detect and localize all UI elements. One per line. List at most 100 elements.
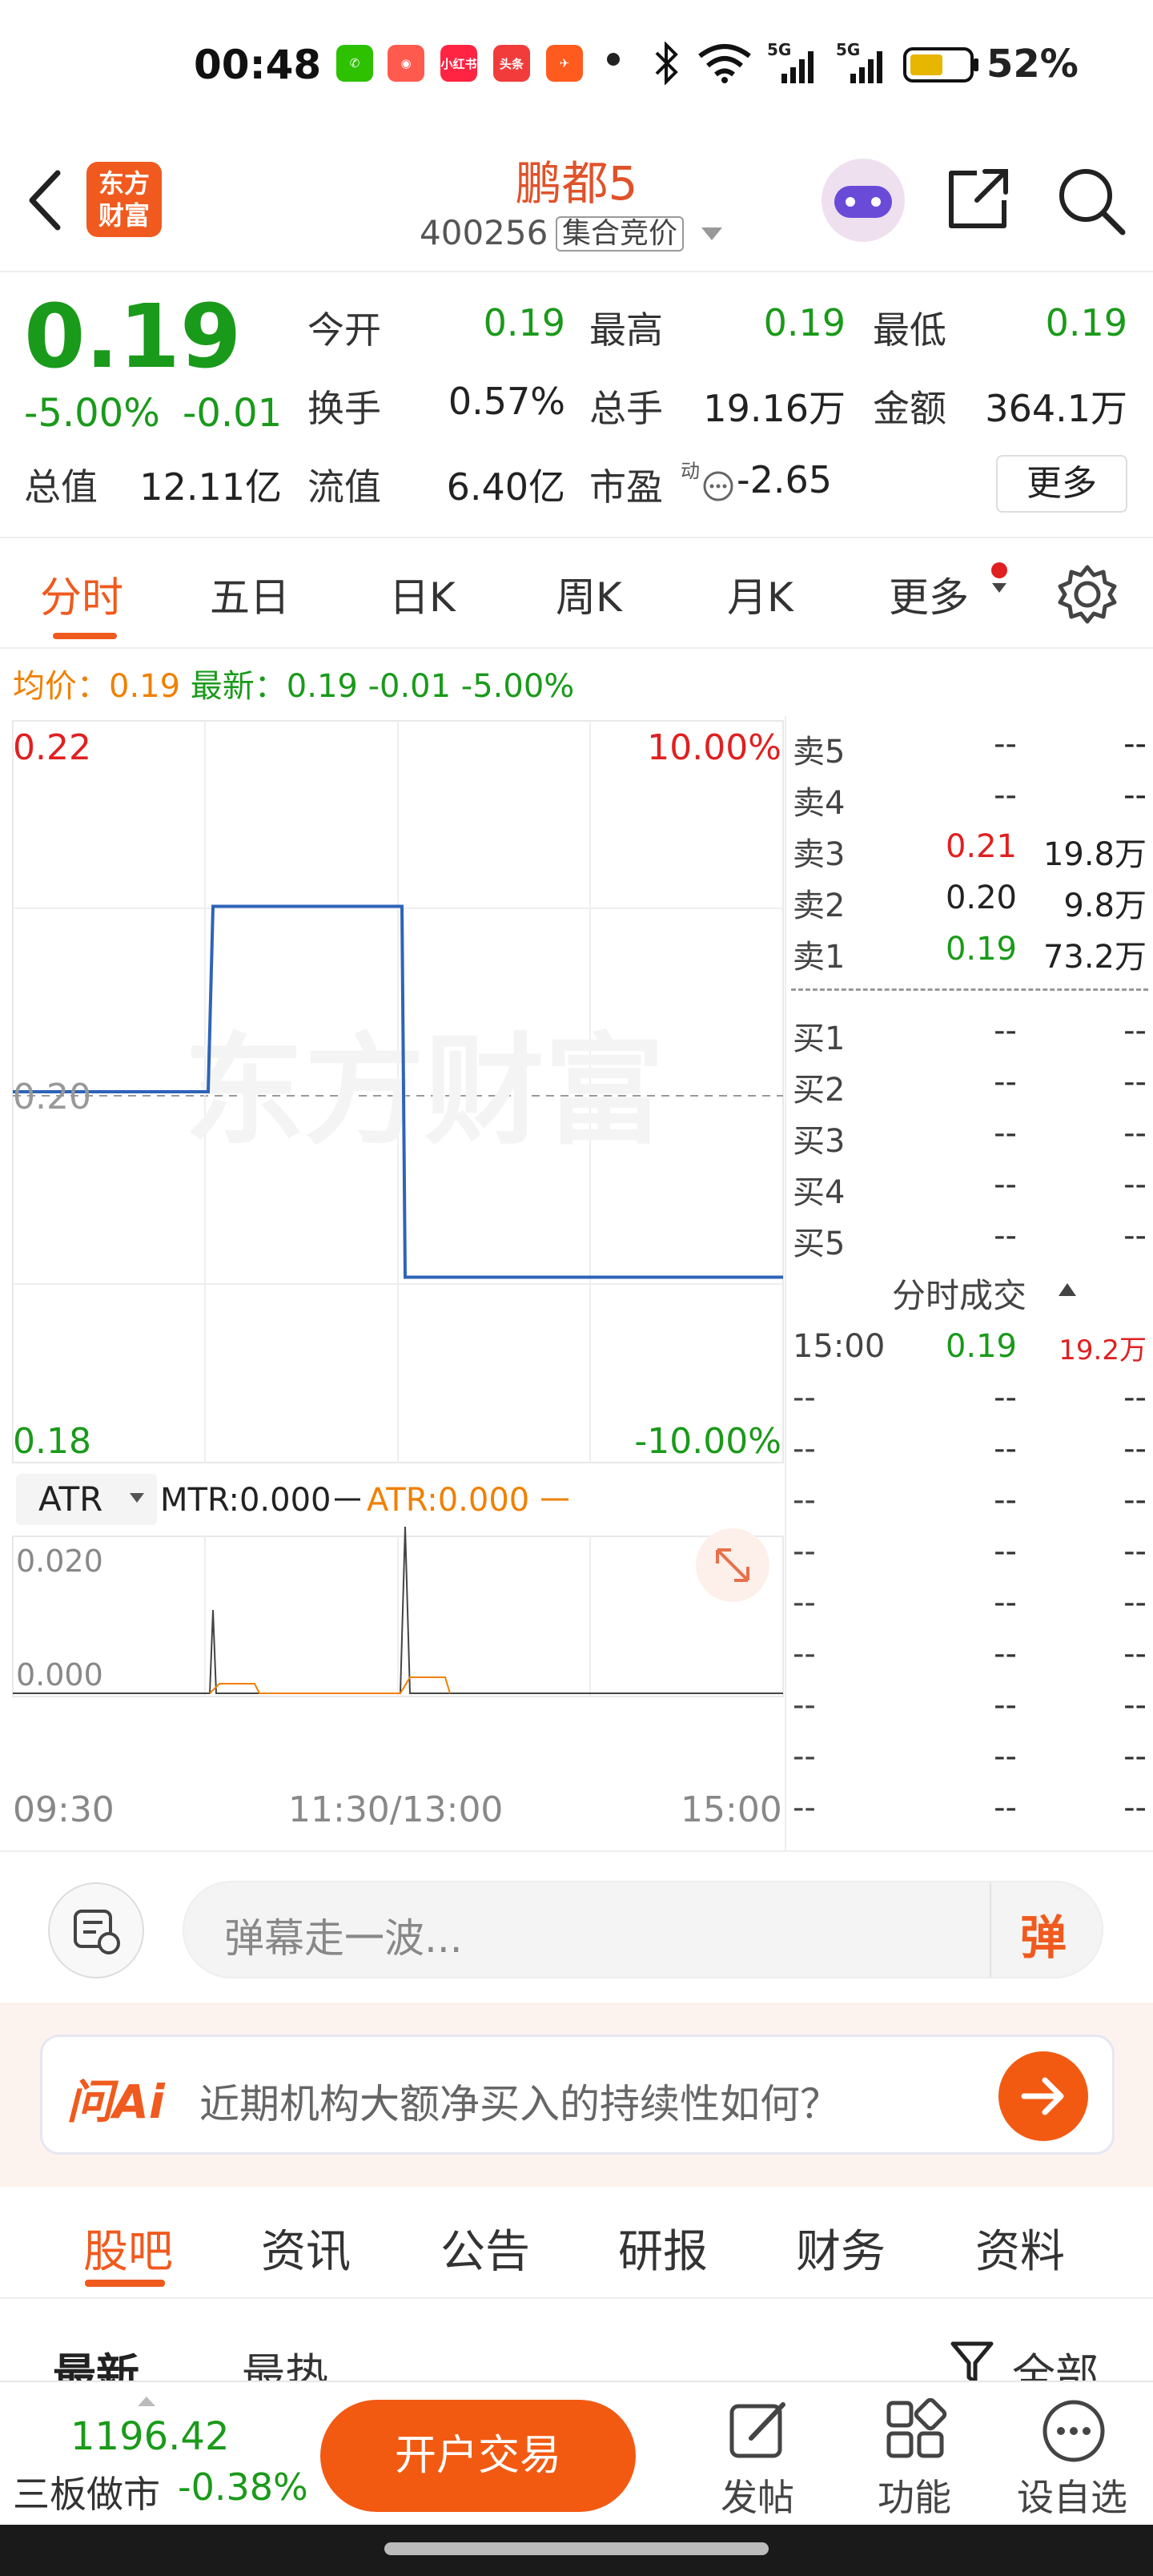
active-tab-indicator: [53, 633, 117, 639]
ticks-title[interactable]: 分时成交: [892, 1269, 1026, 1318]
filter-icon[interactable]: [950, 2341, 994, 2381]
ai-question-text[interactable]: 近期机构大额净买入的持续性如何？: [199, 2072, 840, 2130]
functions-label[interactable]: 功能: [878, 2469, 951, 2522]
orderbook-label: --: [793, 1482, 816, 1519]
turnover-label: 换手: [307, 387, 381, 430]
post-label[interactable]: 发帖: [721, 2469, 794, 2522]
bluetooth-icon: [655, 42, 678, 85]
bid-row: 买4 -- --: [793, 1166, 1150, 1214]
danmu-input-box[interactable]: 弹幕走一波... 弹: [183, 1881, 1103, 1978]
tab-profile[interactable]: 资料: [975, 2216, 1065, 2280]
danmu-bar: 弹幕走一波... 弹: [0, 1850, 1153, 2002]
toutiao-icon: 头条: [493, 45, 530, 82]
clock: 00:48: [194, 42, 322, 88]
index-up-caret-icon: [138, 2397, 155, 2406]
index-name[interactable]: 三板做市: [13, 2465, 160, 2518]
orderbook-price: --: [994, 1012, 1017, 1049]
post-edit-icon[interactable]: [727, 2398, 791, 2462]
more-quote-button[interactable]: 更多: [996, 455, 1127, 513]
last-percent: -5.00%: [460, 668, 575, 705]
orderbook-label: --: [793, 1687, 816, 1724]
orderbook-price: --: [994, 1482, 1017, 1519]
orderbook-label: --: [793, 1431, 816, 1467]
orderbook-volume: --: [1123, 1012, 1147, 1049]
watchlist-label[interactable]: 设自选: [1017, 2469, 1127, 2522]
feed-sort-row: 最新 最热 全部: [0, 2300, 1153, 2381]
pct-bottom-label: -10.00%: [634, 1421, 781, 1462]
current-price: 0.19: [24, 285, 242, 388]
index-change: -0.38%: [178, 2465, 308, 2509]
tab-finance[interactable]: 财务: [796, 2216, 886, 2280]
indicator-y-top: 0.020: [16, 1544, 103, 1579]
orderbook-volume: --: [1123, 1738, 1147, 1775]
tab-daily-k[interactable]: 日K: [389, 566, 456, 623]
tab-weekly-k[interactable]: 周K: [556, 566, 622, 623]
high-value: 0.19: [763, 301, 846, 344]
last-change: -0.01: [368, 668, 452, 705]
tick-row: -- -- --: [793, 1431, 1150, 1479]
pe-label: 市盈: [589, 465, 663, 509]
orderbook-volume: --: [1123, 777, 1147, 814]
tab-five-day[interactable]: 五日: [210, 566, 290, 623]
change-amount: -0.01: [183, 391, 283, 436]
tab-intraday[interactable]: 分时: [40, 564, 123, 624]
orderbook-price: 0.20: [945, 879, 1017, 916]
orderbook-price: 0.19: [945, 1328, 1017, 1365]
sort-hot[interactable]: 最热: [242, 2339, 328, 2381]
tab-announcements[interactable]: 公告: [440, 2216, 530, 2280]
settings-gear-icon[interactable]: [1055, 562, 1119, 626]
orderbook-label: --: [793, 1738, 816, 1775]
wechat-icon: ✆: [336, 45, 373, 82]
functions-grid-icon[interactable]: [884, 2398, 948, 2462]
wifi-icon: [698, 44, 751, 83]
orderbook-volume: --: [1123, 1636, 1147, 1672]
amount-label: 金额: [873, 387, 946, 430]
price-chart[interactable]: 东方财富 0.22 0.20 0.18 10.00% -10.00% ATR M…: [0, 716, 785, 1698]
ask-row: 卖4 -- --: [793, 777, 1150, 825]
orderbook-divider: [791, 988, 1148, 991]
search-icon[interactable]: [1055, 165, 1127, 237]
robot-face-icon: [834, 186, 892, 218]
orderbook-price: --: [994, 1687, 1017, 1724]
tab-guba[interactable]: 股吧: [83, 2216, 173, 2280]
share-icon[interactable]: [945, 165, 1012, 232]
tab-monthly-k[interactable]: 月K: [727, 566, 793, 623]
tab-more[interactable]: 更多: [889, 566, 969, 623]
orderbook-volume: --: [1123, 1218, 1147, 1254]
tab-research[interactable]: 研报: [618, 2216, 708, 2280]
orderbook-price: --: [994, 1584, 1017, 1621]
ai-question-card[interactable]: 问Ai 近期机构大额净买入的持续性如何？: [40, 2035, 1115, 2155]
danmu-send-button[interactable]: 弹: [1020, 1900, 1067, 1967]
index-value[interactable]: 1196.42: [70, 2414, 230, 2459]
filter-all[interactable]: 全部: [1012, 2339, 1099, 2381]
orderbook-price: --: [994, 1064, 1017, 1101]
caret-down-icon[interactable]: [698, 224, 725, 244]
danmu-list-button[interactable]: [48, 1882, 144, 1978]
orderbook-volume: --: [1123, 1687, 1147, 1724]
orderbook-price: --: [994, 777, 1017, 814]
tick-row: -- -- --: [793, 1379, 1150, 1427]
ai-go-button[interactable]: [998, 2051, 1088, 2141]
stock-header: 东方 财富 鹏都5 400256 集合竞价: [0, 128, 1153, 272]
total-cap-label: 总值: [24, 465, 98, 509]
add-watchlist-icon[interactable]: [1041, 2398, 1107, 2464]
open-label: 今开: [307, 308, 381, 352]
orderbook-price: 0.21: [945, 828, 1017, 865]
bid-row: 买3 -- --: [793, 1115, 1150, 1163]
ticks-sort-caret-icon[interactable]: [1055, 1277, 1079, 1301]
orderbook-label: --: [793, 1789, 816, 1826]
tab-news[interactable]: 资讯: [261, 2216, 351, 2280]
ai-avatar[interactable]: [822, 159, 905, 242]
auction-badge[interactable]: 集合竞价: [556, 216, 685, 252]
sort-latest[interactable]: 最新: [53, 2339, 139, 2381]
home-indicator[interactable]: [384, 2542, 769, 2555]
arrow-right-icon: [1021, 2077, 1064, 2115]
pe-info-icon[interactable]: [701, 469, 735, 503]
danmu-input[interactable]: 弹幕走一波...: [224, 1906, 463, 1964]
tick-row: 15:00 0.19 19.2万: [793, 1328, 1150, 1376]
open-account-trade-button[interactable]: 开户交易: [320, 2400, 636, 2512]
chart-info-line: 均价：0.19 最新：0.19 -0.01 -5.00%: [13, 660, 574, 706]
tick-row: -- -- --: [793, 1584, 1150, 1632]
orderbook-volume: --: [1123, 1064, 1147, 1101]
avg-value: 0.19: [109, 668, 181, 705]
